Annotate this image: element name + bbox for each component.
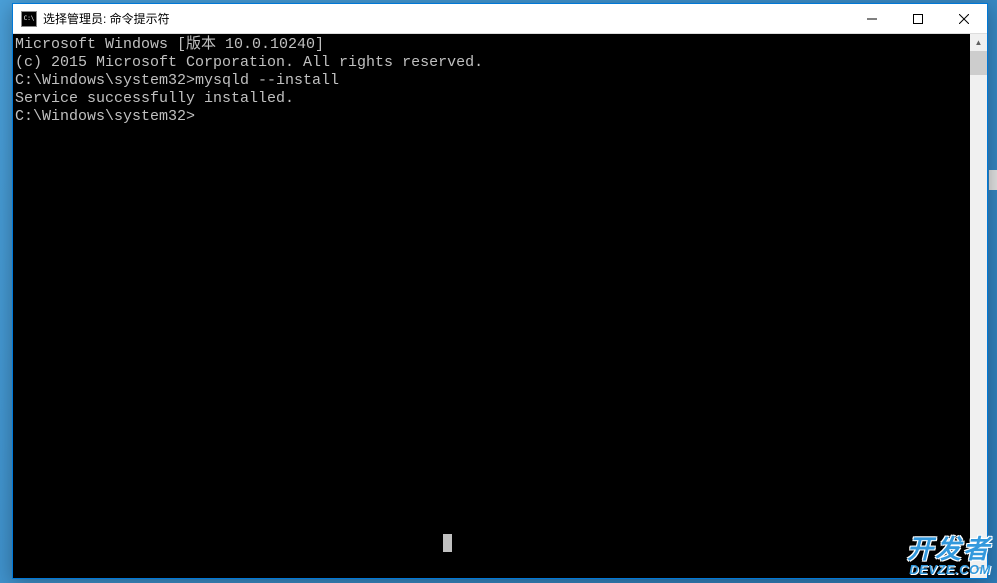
window-controls (849, 4, 987, 33)
titlebar[interactable]: 选择管理员: 命令提示符 (13, 4, 987, 34)
scroll-thumb[interactable] (970, 51, 987, 75)
terminal-line: Service successfully installed. (15, 90, 970, 108)
minimize-button[interactable] (849, 4, 895, 34)
terminal-line: Microsoft Windows [版本 10.0.10240] (15, 36, 970, 54)
background-fragment (989, 170, 997, 190)
window-title: 选择管理员: 命令提示符 (43, 10, 849, 27)
terminal-line: C:\Windows\system32> (15, 108, 970, 126)
scroll-down-arrow[interactable]: ▼ (970, 561, 987, 578)
terminal-line: C:\Windows\system32>mysqld --install (15, 72, 970, 90)
terminal-area: Microsoft Windows [版本 10.0.10240](c) 201… (13, 34, 987, 578)
cmd-icon (21, 11, 37, 27)
command-prompt-window: 选择管理员: 命令提示符 Microsoft Windows [版本 10.0.… (12, 3, 988, 579)
scroll-track[interactable] (970, 51, 987, 561)
vertical-scrollbar[interactable]: ▲ ▼ (970, 34, 987, 578)
close-button[interactable] (941, 4, 987, 34)
maximize-button[interactable] (895, 4, 941, 34)
terminal-line: (c) 2015 Microsoft Corporation. All righ… (15, 54, 970, 72)
cursor (443, 534, 452, 552)
scroll-up-arrow[interactable]: ▲ (970, 34, 987, 51)
terminal-output[interactable]: Microsoft Windows [版本 10.0.10240](c) 201… (13, 34, 970, 578)
